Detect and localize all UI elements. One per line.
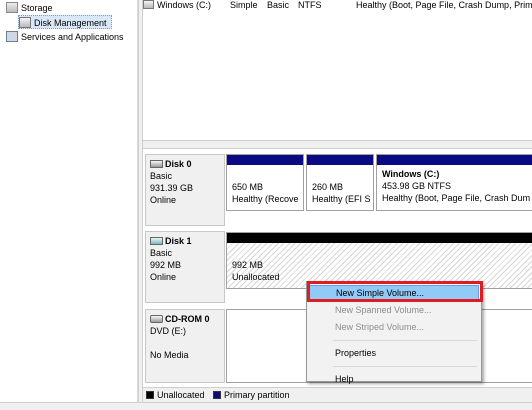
partition-recovery[interactable]: 650 MB Healthy (Recove	[226, 154, 304, 211]
disk-0-label[interactable]: Disk 0 Basic 931.39 GB Online	[145, 154, 225, 226]
tree-item-label: Storage	[21, 3, 53, 13]
disk-icon	[150, 160, 163, 168]
partition-windows-c[interactable]: Windows (C:) 453.98 GB NTFS Healthy (Boo…	[376, 154, 532, 211]
primary-swatch	[213, 391, 222, 399]
volume-list: Windows (C:) Simple Basic NTFS Healthy (…	[143, 0, 532, 140]
menu-separator	[333, 340, 477, 341]
services-icon	[6, 31, 18, 42]
partition-size: 453.98 GB NTFS	[382, 181, 452, 191]
disk-icon	[150, 237, 163, 245]
menu-item-new-simple-volume[interactable]: New Simple Volume...	[309, 285, 479, 302]
partition-status: Healthy (Boot, Page File, Crash Dum	[382, 193, 531, 203]
volume-type: Basic	[267, 0, 290, 10]
disk-name: CD-ROM 0	[165, 314, 210, 324]
partition-size: 650 MB	[232, 182, 264, 192]
tree-item-services[interactable]: Services and Applications	[6, 30, 124, 44]
cdrom-0-label[interactable]: CD-ROM 0 DVD (E:) No Media	[145, 309, 225, 383]
partition-status: Healthy (Recove	[232, 194, 299, 204]
disk-state: Online	[150, 195, 177, 205]
partition-size: 260 MB	[312, 182, 344, 192]
volume-name: Windows (C:)	[157, 0, 212, 10]
cdrom-icon	[150, 315, 163, 323]
tree-item-disk-management[interactable]: Disk Management	[18, 15, 112, 29]
tree-item-label: Disk Management	[34, 18, 107, 28]
partition-title: Windows (C:)	[382, 169, 440, 179]
disk-management-icon	[19, 17, 31, 28]
legend-unallocated: Unallocated	[157, 390, 205, 400]
volume-filesystem: NTFS	[298, 0, 322, 10]
menu-separator	[333, 366, 477, 367]
context-menu: New Simple Volume... New Spanned Volume.…	[306, 281, 482, 384]
tree-item-label: Services and Applications	[21, 32, 124, 42]
legend-primary: Primary partition	[224, 390, 290, 400]
disk-type: Basic	[150, 248, 173, 258]
volume-layout: Simple	[230, 0, 258, 10]
storage-icon	[6, 2, 18, 13]
menu-item-properties[interactable]: Properties	[309, 345, 479, 362]
disk-size: 931.39 GB	[150, 183, 194, 193]
disk-name: Disk 1	[165, 236, 192, 246]
disk-type: DVD (E:)	[150, 326, 186, 336]
unallocated-swatch	[146, 391, 154, 399]
volume-row[interactable]: Windows (C:)	[143, 0, 211, 12]
status-bar	[0, 402, 532, 410]
volume-status: Healthy (Boot, Page File, Crash Dump, Pr…	[356, 0, 532, 10]
legend: Unallocated Primary partition	[143, 387, 532, 402]
menu-item-new-striped-volume[interactable]: New Striped Volume...	[309, 319, 479, 336]
disk-state: No Media	[150, 350, 189, 360]
disk-size: 992 MB	[150, 260, 182, 270]
disk-name: Disk 0	[165, 159, 192, 169]
disk-1-label[interactable]: Disk 1 Basic 992 MB Online	[145, 231, 225, 303]
tree-item-storage[interactable]: Storage	[6, 1, 53, 15]
partition-size: 992 MB	[232, 260, 264, 270]
partition-efi[interactable]: 260 MB Healthy (EFI S	[306, 154, 374, 211]
volume-icon	[143, 0, 154, 9]
disk-state: Online	[150, 272, 177, 282]
disk-type: Basic	[150, 171, 173, 181]
console-tree: Storage Disk Management Services and App…	[0, 0, 138, 402]
menu-item-new-spanned-volume[interactable]: New Spanned Volume...	[309, 302, 479, 319]
menu-item-help[interactable]: Help	[309, 371, 479, 388]
horizontal-splitter[interactable]	[143, 140, 532, 149]
partition-status: Healthy (EFI S	[312, 194, 371, 204]
